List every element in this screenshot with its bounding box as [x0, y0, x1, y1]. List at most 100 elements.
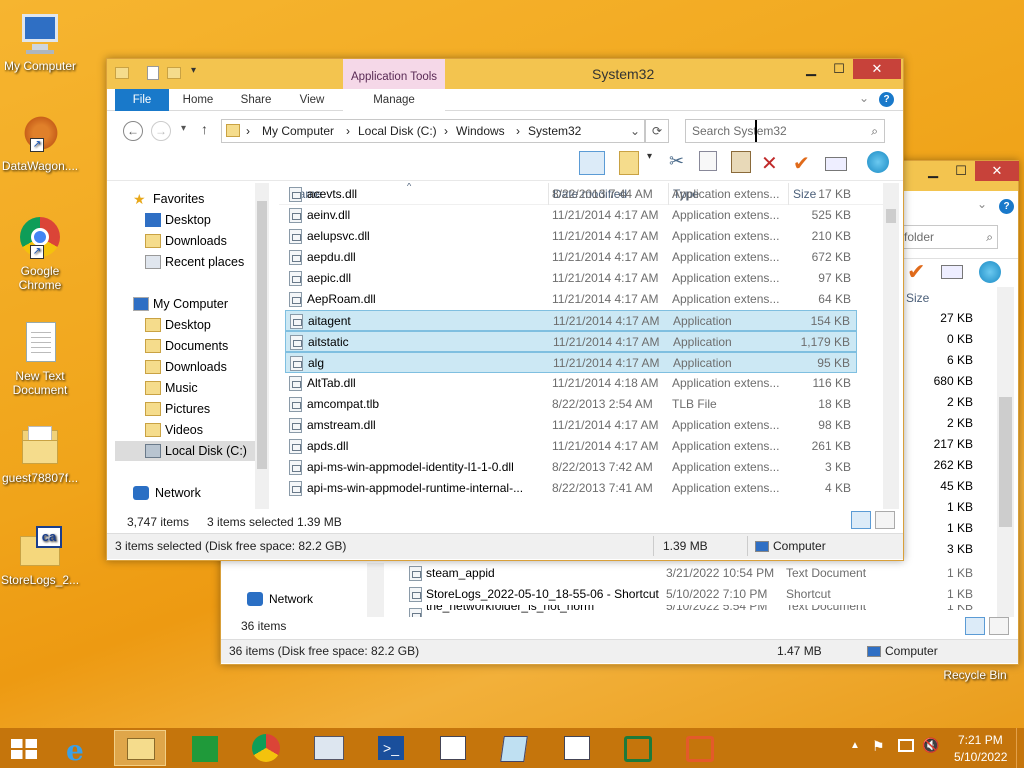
- back-button[interactable]: ←: [123, 121, 143, 141]
- properties-icon[interactable]: [147, 66, 159, 80]
- globe-icon[interactable]: [867, 151, 889, 173]
- vertical-scrollbar[interactable]: [997, 287, 1014, 617]
- rename-icon[interactable]: [825, 157, 847, 171]
- tab-home[interactable]: Home: [173, 89, 223, 111]
- address-chevron-icon[interactable]: ⌄: [630, 120, 640, 142]
- taskbar-internet-explorer[interactable]: e: [56, 730, 108, 767]
- nav-item-documents[interactable]: Documents: [145, 336, 228, 356]
- file-row[interactable]: apds.dll 11/21/2014 4:17 AM Application ex…: [285, 436, 857, 457]
- file-row[interactable]: AltTab.dll 11/21/2014 4:18 AM Application …: [285, 373, 857, 394]
- minimize-button[interactable]: ▁: [797, 59, 825, 79]
- nav-item-network[interactable]: Network: [133, 483, 201, 503]
- tab-view[interactable]: View: [287, 89, 337, 111]
- file-row[interactable]: aelupsvc.dll 11/21/2014 4:17 AM Applicatio…: [285, 226, 857, 247]
- nav-item-local-disk[interactable]: Local Disk (C:): [115, 441, 255, 461]
- list-item[interactable]: steam_appid 3/21/2022 10:54 PM Text Docu…: [401, 563, 981, 584]
- file-row[interactable]: alg 11/21/2014 4:17 AM Application 95 KB: [285, 352, 857, 373]
- taskbar-app[interactable]: [550, 730, 602, 766]
- taskbar-app[interactable]: [488, 730, 540, 766]
- taskbar-file-explorer[interactable]: [114, 730, 166, 766]
- tab-share[interactable]: Share: [231, 89, 281, 111]
- large-icons-view-icon[interactable]: [875, 511, 895, 529]
- recent-locations-chevron-icon[interactable]: ▾: [181, 123, 186, 134]
- taskbar-app[interactable]: [612, 730, 664, 766]
- file-row[interactable]: aepdu.dll 11/21/2014 4:17 AM Application e…: [285, 247, 857, 268]
- details-view-icon[interactable]: [851, 511, 871, 529]
- file-row[interactable]: amstream.dll 11/21/2014 4:17 AM Applicatio…: [285, 415, 857, 436]
- size-column-header[interactable]: Size: [906, 291, 929, 305]
- refresh-button[interactable]: ⟳: [645, 119, 669, 143]
- delete-icon[interactable]: ✕: [761, 151, 785, 175]
- file-row[interactable]: aitagent 11/21/2014 4:17 AM Application 154…: [285, 310, 857, 331]
- address-bar[interactable]: › My Computer › Local Disk (C:) › Window…: [221, 119, 645, 143]
- help-icon[interactable]: ?: [879, 92, 894, 107]
- maximize-button[interactable]: ☐: [947, 161, 975, 181]
- nav-item-desktop[interactable]: Desktop: [145, 315, 211, 335]
- taskbar-chrome[interactable]: [240, 730, 292, 766]
- minimize-button[interactable]: ▁: [919, 161, 947, 181]
- rename-icon[interactable]: [941, 265, 963, 279]
- breadcrumb-item[interactable]: Local Disk (C:): [358, 120, 437, 142]
- taskbar-powershell[interactable]: >_: [364, 730, 416, 766]
- desktop-icon-storelogs[interactable]: ca StoreLogs_2...: [0, 526, 80, 587]
- nav-item-desktop[interactable]: Desktop: [145, 210, 211, 230]
- action-center-flag-icon[interactable]: ⚑: [872, 738, 885, 755]
- folder-options-icon[interactable]: [619, 151, 639, 175]
- file-row[interactable]: amcompat.tlb 8/22/2013 2:54 AM TLB File 18 …: [285, 394, 857, 415]
- nav-item-downloads[interactable]: Downloads: [145, 231, 227, 251]
- clock-time[interactable]: 7:21 PM: [958, 733, 1003, 747]
- maximize-button[interactable]: ☐: [825, 59, 853, 79]
- file-row[interactable]: AepRoam.dll 11/21/2014 4:17 AM Application…: [285, 289, 857, 310]
- checkmark-icon[interactable]: ✔: [793, 151, 817, 175]
- nav-item-videos[interactable]: Videos: [145, 420, 203, 440]
- help-icon[interactable]: ?: [999, 199, 1014, 214]
- checkmark-icon[interactable]: ✔: [907, 259, 925, 285]
- network-icon[interactable]: [898, 739, 914, 752]
- chevron-down-icon[interactable]: ⌄: [859, 91, 869, 105]
- nav-item-recent-places[interactable]: Recent places: [145, 252, 244, 272]
- taskbar-store[interactable]: [178, 730, 230, 766]
- nav-scrollbar[interactable]: [367, 563, 384, 617]
- large-icons-view-icon[interactable]: [989, 617, 1009, 635]
- new-folder-icon[interactable]: [167, 67, 181, 79]
- desktop-icon-guest-folder[interactable]: guest78807f...: [0, 424, 80, 485]
- nav-item-favorites[interactable]: ★ Favorites: [133, 189, 204, 209]
- customize-chevron-icon[interactable]: ▾: [191, 65, 196, 76]
- chevron-down-icon[interactable]: ⌄: [977, 197, 987, 211]
- start-button[interactable]: [0, 730, 48, 766]
- breadcrumb-item[interactable]: My Computer: [262, 120, 334, 142]
- desktop-icon-recycle-bin[interactable]: Recycle Bin: [935, 668, 1015, 682]
- volume-muted-icon[interactable]: 🔇: [922, 737, 939, 754]
- search-input[interactable]: Search System32 ⌕: [685, 119, 885, 143]
- forward-button[interactable]: →: [151, 121, 171, 141]
- file-row[interactable]: api-ms-win-appmodel-identity-l1-1-0.dll 8…: [285, 457, 857, 478]
- list-item[interactable]: the_networkfolder_is_not_norm 5/10/2022 …: [401, 605, 981, 617]
- file-row[interactable]: api-ms-win-appmodel-runtime-internal-...…: [285, 478, 857, 499]
- close-button[interactable]: ✕: [975, 161, 1019, 181]
- scrollbar-thumb[interactable]: [999, 397, 1012, 527]
- explorer-window-system32[interactable]: ▾ Application Tools System32 ▁ ☐ ✕ File …: [106, 58, 904, 561]
- scrollbar-thumb[interactable]: [257, 201, 267, 469]
- file-row[interactable]: acevts.dll 8/22/2013 7:44 AM Application e…: [285, 184, 857, 205]
- tab-file[interactable]: File: [115, 89, 169, 111]
- breadcrumb-item[interactable]: System32: [528, 120, 581, 142]
- nav-item-my-computer[interactable]: My Computer: [133, 294, 228, 314]
- file-list-scrollbar[interactable]: [883, 183, 899, 509]
- file-row[interactable]: aitstatic 11/21/2014 4:17 AM Application 1,…: [285, 331, 857, 352]
- title-bar[interactable]: ▾ Application Tools System32 ▁ ☐ ✕: [107, 59, 903, 89]
- clock-date[interactable]: 5/10/2022: [954, 750, 1007, 764]
- up-button[interactable]: ↑: [201, 121, 208, 137]
- show-desktop-button[interactable]: [1016, 728, 1024, 768]
- nav-item-downloads[interactable]: Downloads: [145, 357, 227, 377]
- preview-pane-icon[interactable]: [579, 151, 605, 175]
- nav-item-pictures[interactable]: Pictures: [145, 399, 210, 419]
- tab-manage[interactable]: Manage: [343, 89, 445, 111]
- cut-icon[interactable]: ✂: [669, 151, 693, 175]
- show-hidden-icons-icon[interactable]: ▲: [850, 740, 860, 751]
- taskbar-app[interactable]: [674, 730, 726, 766]
- search-input[interactable]: folder ⌕: [901, 225, 998, 249]
- close-button[interactable]: ✕: [853, 59, 901, 79]
- scrollbar-thumb[interactable]: [886, 209, 896, 223]
- list-item[interactable]: StoreLogs_2022-05-10_18-55-06 - Shortcut…: [401, 584, 981, 605]
- desktop-icon-my-computer[interactable]: My Computer: [0, 12, 80, 73]
